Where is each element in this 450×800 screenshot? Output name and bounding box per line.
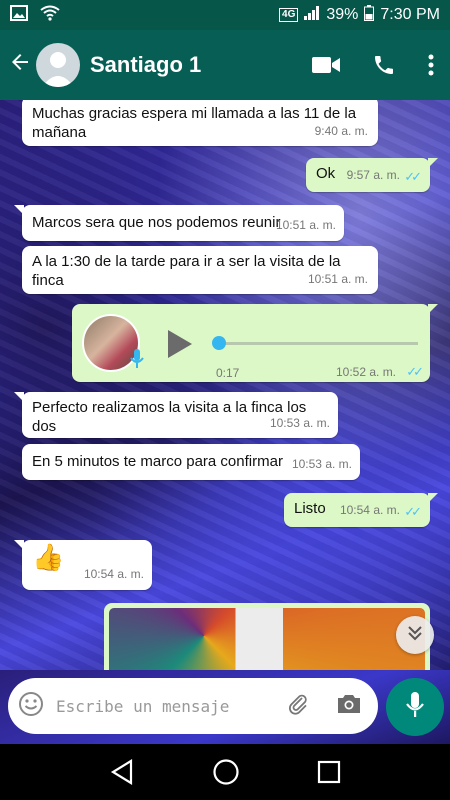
- video-call-icon[interactable]: [312, 55, 340, 75]
- mic-icon: [406, 691, 424, 724]
- gallery-notification-icon: [10, 4, 28, 26]
- back-arrow-icon[interactable]: [0, 50, 36, 81]
- nav-home-icon[interactable]: [212, 758, 240, 786]
- clock: 7:30 PM: [380, 6, 440, 23]
- message-bubble-incoming[interactable]: En 5 minutos te marco para confirmar 10:…: [22, 444, 360, 480]
- message-bubble-incoming[interactable]: 👍 10:54 a. m.: [14, 540, 152, 590]
- contact-name[interactable]: Santiago 1: [90, 52, 312, 78]
- contact-avatar[interactable]: [36, 43, 80, 87]
- wifi-icon: [40, 5, 60, 26]
- message-input[interactable]: [56, 696, 286, 716]
- thumbs-up-emoji: 👍: [32, 542, 65, 572]
- read-ticks-icon: ✓✓: [406, 364, 424, 379]
- mic-icon: [130, 348, 144, 375]
- play-button-icon[interactable]: [168, 330, 192, 358]
- read-ticks-icon: ✓✓: [404, 169, 422, 184]
- message-bubble-outgoing[interactable]: Ok 9:57 a. m. ✓✓: [306, 158, 438, 192]
- message-bubble-incoming[interactable]: Perfecto realizamos la visita a la finca…: [14, 392, 338, 438]
- message-text: Marcos sera que nos podemos reunir: [32, 214, 281, 231]
- emoji-icon[interactable]: [18, 691, 44, 722]
- message-bubble-incoming[interactable]: Marcos sera que nos podemos reunir 10:51…: [14, 205, 344, 241]
- chat-messages[interactable]: Muchas gracias espera mi llamada a las 1…: [0, 100, 450, 670]
- message-text: Listo: [294, 500, 326, 517]
- attach-icon[interactable]: [286, 692, 310, 721]
- message-time: 10:51 a. m.: [307, 272, 368, 286]
- message-time: 9:40 a. m.: [314, 124, 368, 138]
- nav-recents-icon[interactable]: [317, 760, 341, 784]
- chevron-down-icon: [406, 624, 424, 647]
- battery-percent: 39%: [326, 6, 359, 23]
- image-message-bubble[interactable]: [104, 603, 430, 670]
- nav-back-icon[interactable]: [109, 759, 135, 785]
- voice-progress-handle[interactable]: [212, 336, 226, 350]
- scroll-to-bottom-button[interactable]: [396, 616, 434, 654]
- message-time: 10:52 a. m.: [335, 365, 397, 379]
- message-text: En 5 minutos te marco para confirmar: [32, 453, 283, 470]
- more-vert-icon[interactable]: [428, 54, 434, 76]
- message-bubble-incoming[interactable]: A la 1:30 de la tarde para ir a ser la v…: [22, 246, 378, 294]
- message-bubble-outgoing[interactable]: Listo 10:54 a. m. ✓✓: [284, 493, 438, 527]
- chat-header: Santiago 1: [0, 30, 450, 100]
- voice-record-button[interactable]: [386, 678, 444, 736]
- message-time: 10:54 a. m.: [83, 567, 144, 581]
- composer-bar: [0, 670, 450, 744]
- image-thumbnail[interactable]: [109, 608, 425, 670]
- message-time: 10:53 a. m.: [291, 457, 352, 471]
- voice-progress-track[interactable]: [218, 342, 418, 345]
- voice-message-bubble[interactable]: 0:17 10:52 a. m. ✓✓: [72, 304, 438, 382]
- phone-icon[interactable]: [372, 53, 396, 77]
- message-bubble-incoming[interactable]: Muchas gracias espera mi llamada a las 1…: [22, 100, 378, 146]
- network-type-badge: 4G: [279, 8, 299, 22]
- status-bar: 4G 39% 7:30 PM: [0, 0, 450, 30]
- signal-icon: [304, 5, 320, 25]
- message-time: 10:54 a. m.: [339, 503, 400, 517]
- message-time: 10:53 a. m.: [269, 416, 330, 430]
- camera-icon[interactable]: [336, 693, 362, 720]
- message-time: 9:57 a. m.: [346, 168, 400, 182]
- message-time: 10:51 a. m.: [275, 218, 336, 232]
- read-ticks-icon: ✓✓: [404, 504, 422, 519]
- voice-duration: 0:17: [216, 366, 240, 380]
- system-nav-bar: [0, 744, 450, 800]
- message-input-container: [8, 678, 378, 734]
- battery-icon: [364, 4, 375, 26]
- message-text: Ok: [316, 165, 336, 182]
